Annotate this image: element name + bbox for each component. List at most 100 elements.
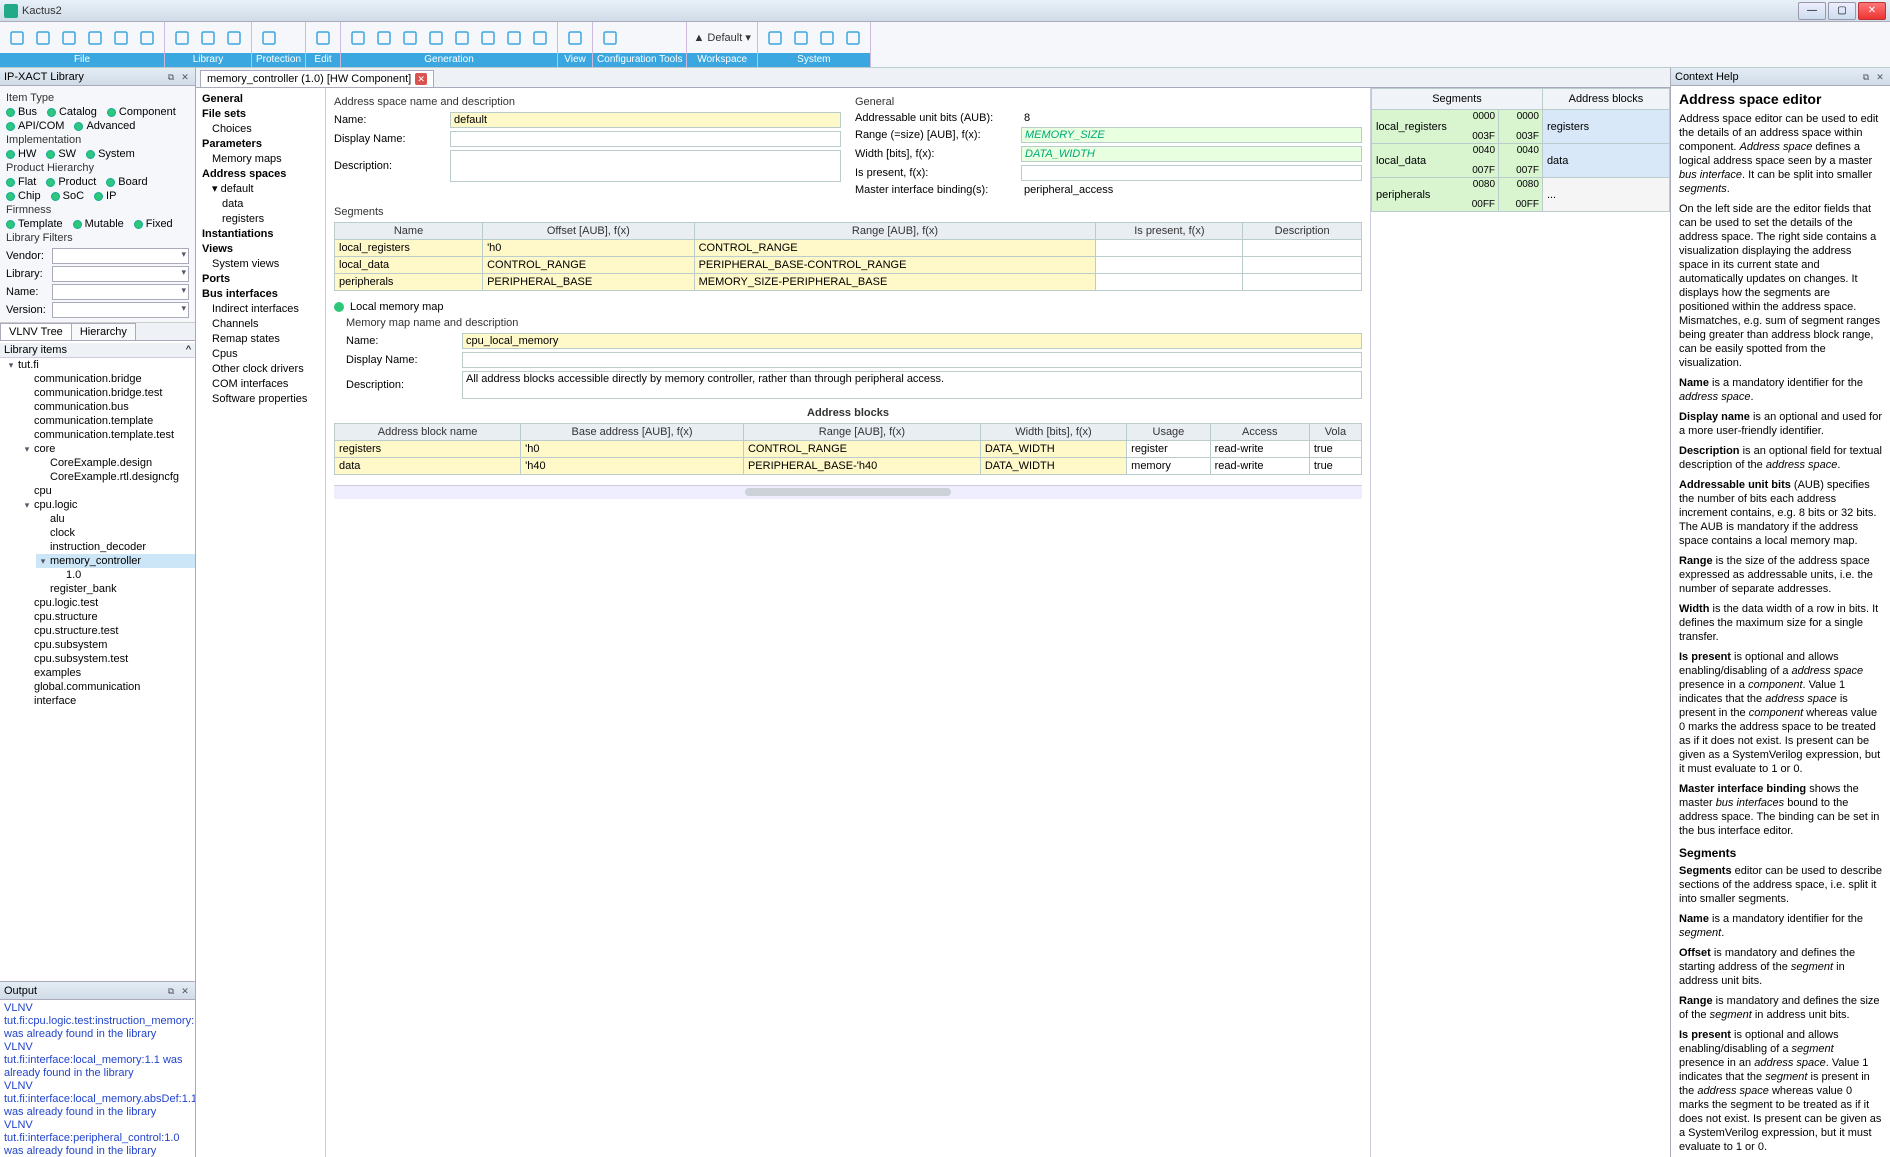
tree-item[interactable]: instruction_decoder [36,540,195,554]
dbrefresh-icon[interactable] [197,27,219,49]
filter-Board[interactable]: Board [106,176,147,188]
filter-Component[interactable]: Component [107,106,176,118]
g1-icon[interactable] [347,27,369,49]
tree-item[interactable]: clock [36,526,195,540]
tree-item[interactable]: alu [36,512,195,526]
tree-item[interactable]: interface [20,694,195,708]
nav-item[interactable]: Remap states [202,332,319,347]
v1-icon[interactable] [564,27,586,49]
description-field[interactable] [450,150,841,182]
close-button[interactable]: ✕ [1858,2,1886,20]
filter-Product[interactable]: Product [46,176,96,188]
filter-Vendor:[interactable] [52,248,189,264]
filter-Template[interactable]: Template [6,218,63,230]
aub-field[interactable]: 8 [1021,112,1362,124]
lmm-display-name-field[interactable] [462,352,1362,368]
tree-item[interactable]: cpu [20,484,195,498]
tree-item[interactable]: cpu.structure [20,610,195,624]
undock-icon[interactable]: ⧉ [1860,71,1872,83]
tree-item[interactable]: communication.template [20,414,195,428]
address-blocks-table[interactable]: Address block nameBase address [AUB], f(… [334,423,1362,475]
nav-item[interactable]: ▾ default [202,182,319,197]
nav-item[interactable]: Cpus [202,347,319,362]
saveall-icon[interactable] [58,27,80,49]
filter-Mutable[interactable]: Mutable [73,218,124,230]
nav-item[interactable]: Other clock drivers [202,362,319,377]
nav-item[interactable]: data [202,197,319,212]
nav-item[interactable]: Indirect interfaces [202,302,319,317]
g3-icon[interactable] [399,27,421,49]
undock-icon[interactable]: ⧉ [165,71,177,83]
tree-item[interactable]: 1.0 [52,568,195,582]
nav-item[interactable]: Software properties [202,392,319,407]
lock-icon[interactable] [258,27,280,49]
g5-icon[interactable] [451,27,473,49]
lmm-description-field[interactable]: All address blocks accessible directly b… [462,371,1362,399]
tree-item[interactable]: communication.bridge [20,372,195,386]
close-panel-icon[interactable]: ✕ [1874,71,1886,83]
tree-item[interactable]: communication.template.test [20,428,195,442]
tree-item[interactable]: CoreExample.rtl.designcfg [36,470,195,484]
tree-item[interactable]: cpu.structure.test [20,624,195,638]
document-tab[interactable]: memory_controller (1.0) [HW Component] ✕ [200,70,434,87]
nav-item[interactable]: Ports [202,272,319,287]
filter-System[interactable]: System [86,148,135,160]
filter-Bus[interactable]: Bus [6,106,37,118]
nav-item[interactable]: Instantiations [202,227,319,242]
nav-item[interactable]: Channels [202,317,319,332]
nav-item[interactable]: Address spaces [202,167,319,182]
nav-item[interactable]: Bus interfaces [202,287,319,302]
undock-icon[interactable]: ⧉ [165,985,177,997]
tree-item[interactable]: cpu.subsystem.test [20,652,195,666]
tree-item[interactable]: communication.bridge.test [20,386,195,400]
horizontal-scrollbar[interactable] [334,485,1362,499]
g8-icon[interactable] [529,27,551,49]
component-nav-tree[interactable]: GeneralFile setsChoicesParametersMemory … [196,88,326,1157]
tree-item[interactable]: ▾memory_controller [36,554,195,568]
width-field[interactable]: DATA_WIDTH [1021,146,1362,162]
nav-item[interactable]: General [202,92,319,107]
c1-icon[interactable] [599,27,621,49]
filter-HW[interactable]: HW [6,148,36,160]
save-icon[interactable] [32,27,54,49]
lmm-name-field[interactable]: cpu_local_memory [462,333,1362,349]
refresh-icon[interactable] [312,27,334,49]
tree-item[interactable]: cpu.subsystem [20,638,195,652]
filter-IP[interactable]: IP [94,190,116,202]
print-icon[interactable] [136,27,158,49]
nav-item[interactable]: Memory maps [202,152,319,167]
g2-icon[interactable] [373,27,395,49]
filter-Name:[interactable] [52,284,189,300]
new-icon[interactable] [6,27,28,49]
tree-item[interactable]: ▾cpu.logic [20,498,195,512]
s3-icon[interactable] [816,27,838,49]
close-panel-icon[interactable]: ✕ [179,71,191,83]
minimize-button[interactable]: — [1798,2,1826,20]
nav-item[interactable]: System views [202,257,319,272]
range-field[interactable]: MEMORY_SIZE [1021,127,1362,143]
g6-icon[interactable] [477,27,499,49]
filter-Library:[interactable] [52,266,189,282]
is-present-field[interactable] [1021,165,1362,181]
nav-item[interactable]: Views [202,242,319,257]
tree-item[interactable]: ▾tut.fi [4,358,195,372]
tree-item[interactable]: register_bank [36,582,195,596]
library-tree[interactable]: Library items^ ▾tut.ficommunication.brid… [0,341,195,981]
name-field[interactable]: default [450,112,841,128]
db-icon[interactable] [171,27,193,49]
context-help-content[interactable]: Address space editorAddress space editor… [1671,86,1890,1157]
s2-icon[interactable] [790,27,812,49]
tree-item[interactable]: CoreExample.design [36,456,195,470]
Default-icon[interactable]: ▲ Default ▾ [693,27,750,49]
output-log[interactable]: VLNV tut.fi:cpu.logic.test:instruction_m… [0,1000,195,1157]
check-icon[interactable] [223,27,245,49]
filter-API/COM[interactable]: API/COM [6,120,64,132]
tree-item[interactable]: global.communication [20,680,195,694]
g7-icon[interactable] [503,27,525,49]
nav-item[interactable]: Choices [202,122,319,137]
nav-item[interactable]: Parameters [202,137,319,152]
filter-SW[interactable]: SW [46,148,76,160]
nav-item[interactable]: File sets [202,107,319,122]
close-tab-icon[interactable]: ✕ [415,73,427,85]
s4-icon[interactable] [842,27,864,49]
